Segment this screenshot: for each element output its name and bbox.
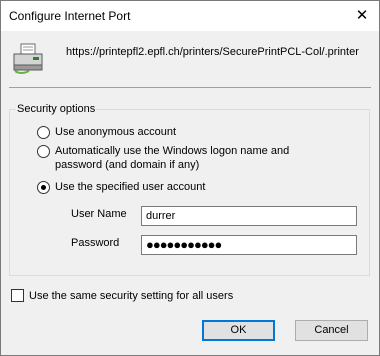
username-input[interactable]: durrer — [141, 206, 357, 226]
checkbox-label: Use the same security setting for all us… — [29, 289, 234, 302]
password-label: Password — [71, 237, 120, 249]
printer-url: https://printepfl2.epfl.ch/printers/Secu… — [66, 46, 359, 58]
radio-specified-account[interactable]: Use the specified user account — [37, 180, 205, 194]
radio-label: Automatically use the Windows logon name… — [55, 145, 290, 171]
username-label: User Name — [71, 208, 127, 220]
printer-icon — [13, 43, 43, 74]
divider — [9, 87, 371, 88]
radio-button[interactable] — [37, 145, 50, 158]
cancel-button[interactable]: Cancel — [295, 320, 368, 341]
close-button[interactable]: ✕ — [345, 1, 379, 31]
same-setting-all-users[interactable]: Use the same security setting for all us… — [11, 289, 233, 302]
security-options-label: Security options — [16, 103, 97, 115]
ok-button[interactable]: OK — [202, 320, 275, 341]
radio-button[interactable] — [37, 126, 50, 139]
configure-internet-port-dialog: Configure Internet Port ✕ https://printe… — [0, 0, 380, 356]
password-input[interactable]: ●●●●●●●●●●● — [141, 235, 357, 255]
title-bar: Configure Internet Port ✕ — [1, 1, 379, 31]
close-icon: ✕ — [355, 7, 369, 24]
password-value: ●●●●●●●●●●● — [146, 237, 222, 252]
radio-label: Use the specified user account — [55, 181, 206, 193]
checkbox[interactable] — [11, 289, 24, 302]
radio-button-selected[interactable] — [37, 181, 50, 194]
radio-windows-logon[interactable]: Automatically use the Windows logon name… — [37, 144, 337, 172]
radio-anonymous-account[interactable]: Use anonymous account — [37, 125, 176, 139]
radio-label: Use anonymous account — [55, 126, 177, 138]
window-title: Configure Internet Port — [9, 9, 131, 23]
